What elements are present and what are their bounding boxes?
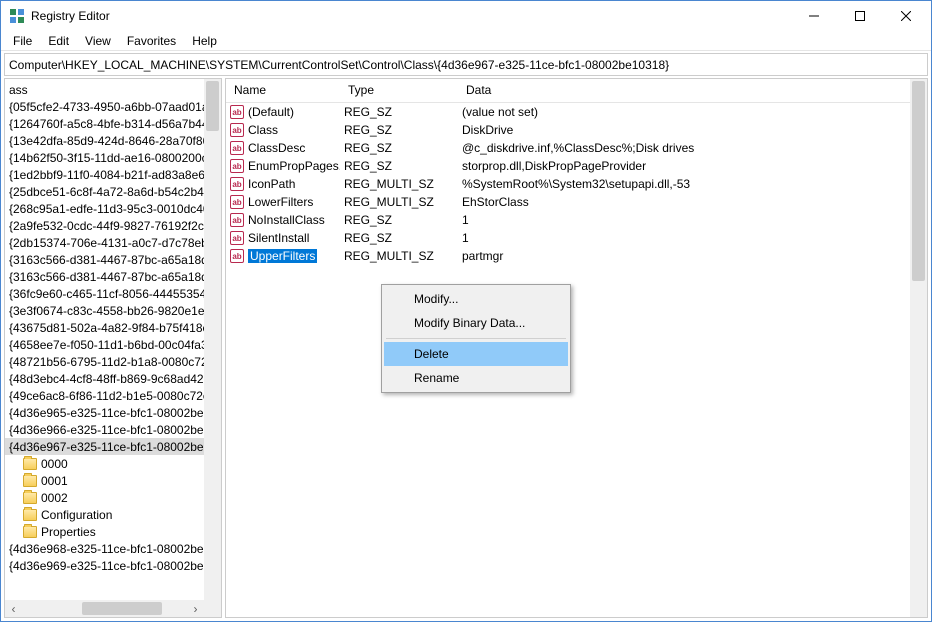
tree-item[interactable]: {13e42dfa-85d9-424d-8646-28a70f86: [5, 132, 221, 149]
scroll-right-icon[interactable]: ›: [187, 600, 204, 617]
ctx-rename[interactable]: Rename: [384, 366, 568, 390]
string-value-icon: ab: [230, 249, 244, 263]
tree-folder[interactable]: Properties: [5, 523, 221, 540]
scroll-corner: [204, 600, 221, 617]
value-row[interactable]: abEnumPropPages...REG_SZstorprop.dll,Dis…: [226, 157, 927, 175]
column-data[interactable]: Data: [458, 79, 927, 102]
tree-item[interactable]: {4d36e967-e325-11ce-bfc1-08002be1: [5, 438, 221, 455]
value-row[interactable]: abNoInstallClassREG_SZ1: [226, 211, 927, 229]
tree-folder[interactable]: Configuration: [5, 506, 221, 523]
tree-item[interactable]: {49ce6ac8-6f86-11d2-b1e5-0080c72e: [5, 387, 221, 404]
string-value-icon: ab: [230, 141, 244, 155]
value-row[interactable]: abIconPathREG_MULTI_SZ%SystemRoot%\Syste…: [226, 175, 927, 193]
folder-icon: [23, 475, 37, 487]
list-scrollbar-vertical[interactable]: [910, 79, 927, 617]
string-value-icon: ab: [230, 123, 244, 137]
tree-item[interactable]: {48d3ebc4-4cf8-48ff-b869-9c68ad42: [5, 370, 221, 387]
values-list[interactable]: Name Type Data ab(Default)REG_SZ(value n…: [225, 78, 928, 618]
value-row[interactable]: ab(Default)REG_SZ(value not set): [226, 103, 927, 121]
folder-icon: [23, 509, 37, 521]
folder-icon: [23, 492, 37, 504]
tree-item[interactable]: {4d36e965-e325-11ce-bfc1-08002be1: [5, 404, 221, 421]
string-value-icon: ab: [230, 213, 244, 227]
tree-item[interactable]: {14b62f50-3f15-11dd-ae16-0800200c: [5, 149, 221, 166]
tree-item[interactable]: {1ed2bbf9-11f0-4084-b21f-ad83a8e6: [5, 166, 221, 183]
tree-item[interactable]: {3163c566-d381-4467-87bc-a65a18d5: [5, 251, 221, 268]
value-row[interactable]: abSilentInstallREG_SZ1: [226, 229, 927, 247]
app-icon: [9, 8, 25, 24]
menu-file[interactable]: File: [5, 32, 40, 50]
menu-edit[interactable]: Edit: [40, 32, 77, 50]
value-row[interactable]: abLowerFiltersREG_MULTI_SZEhStorClass: [226, 193, 927, 211]
window-title: Registry Editor: [31, 9, 791, 23]
tree-item[interactable]: {43675d81-502a-4a82-9f84-b75f418c: [5, 319, 221, 336]
folder-icon: [23, 526, 37, 538]
tree-folder[interactable]: 0002: [5, 489, 221, 506]
tree-item[interactable]: {4d36e969-e325-11ce-bfc1-08002be1: [5, 557, 221, 574]
tree-item[interactable]: {25dbce51-6c8f-4a72-8a6d-b54c2b4f: [5, 183, 221, 200]
menu-view[interactable]: View: [77, 32, 119, 50]
address-text: Computer\HKEY_LOCAL_MACHINE\SYSTEM\Curre…: [9, 58, 669, 72]
registry-tree[interactable]: ass{05f5cfe2-4733-4950-a6bb-07aad01a{126…: [4, 78, 222, 618]
value-row[interactable]: abClassREG_SZDiskDrive: [226, 121, 927, 139]
ctx-separator: [386, 338, 566, 339]
tree-item[interactable]: {2a9fe532-0cdc-44f9-9827-76192f2ca: [5, 217, 221, 234]
tree-item[interactable]: {05f5cfe2-4733-4950-a6bb-07aad01a: [5, 98, 221, 115]
tree-scrollbar-vertical[interactable]: [204, 79, 221, 600]
tree-item[interactable]: ass: [5, 81, 221, 98]
tree-folder[interactable]: 0001: [5, 472, 221, 489]
value-row[interactable]: abClassDescREG_SZ@c_diskdrive.inf,%Class…: [226, 139, 927, 157]
ctx-delete[interactable]: Delete: [384, 342, 568, 366]
tree-item[interactable]: {4658ee7e-f050-11d1-b6bd-00c04fa3: [5, 336, 221, 353]
tree-item[interactable]: {1264760f-a5c8-4bfe-b314-d56a7b44: [5, 115, 221, 132]
menu-favorites[interactable]: Favorites: [119, 32, 184, 50]
menubar: File Edit View Favorites Help: [1, 31, 931, 51]
string-value-icon: ab: [230, 177, 244, 191]
ctx-modify[interactable]: Modify...: [384, 287, 568, 311]
string-value-icon: ab: [230, 195, 244, 209]
column-name[interactable]: Name: [226, 79, 340, 102]
value-row[interactable]: abUpperFiltersREG_MULTI_SZpartmgr: [226, 247, 927, 265]
menu-help[interactable]: Help: [184, 32, 225, 50]
minimize-button[interactable]: [791, 1, 837, 31]
scroll-left-icon[interactable]: ‹: [5, 600, 22, 617]
address-bar[interactable]: Computer\HKEY_LOCAL_MACHINE\SYSTEM\Curre…: [4, 53, 928, 76]
maximize-button[interactable]: [837, 1, 883, 31]
tree-item[interactable]: {36fc9e60-c465-11cf-8056-44455354: [5, 285, 221, 302]
context-menu: Modify... Modify Binary Data... Delete R…: [381, 284, 571, 393]
titlebar: Registry Editor: [1, 1, 931, 31]
tree-scrollbar-horizontal[interactable]: ‹ ›: [5, 600, 204, 617]
string-value-icon: ab: [230, 231, 244, 245]
column-type[interactable]: Type: [340, 79, 458, 102]
content: ass{05f5cfe2-4733-4950-a6bb-07aad01a{126…: [1, 78, 931, 621]
close-button[interactable]: [883, 1, 929, 31]
tree-item[interactable]: {3163c566-d381-4467-87bc-a65a18d5: [5, 268, 221, 285]
string-value-icon: ab: [230, 159, 244, 173]
folder-icon: [23, 458, 37, 470]
tree-item[interactable]: {4d36e966-e325-11ce-bfc1-08002be1: [5, 421, 221, 438]
tree-folder[interactable]: 0000: [5, 455, 221, 472]
ctx-modify-binary[interactable]: Modify Binary Data...: [384, 311, 568, 335]
tree-item[interactable]: {3e3f0674-c83c-4558-bb26-9820e1eb: [5, 302, 221, 319]
tree-item[interactable]: {4d36e968-e325-11ce-bfc1-08002be1: [5, 540, 221, 557]
string-value-icon: ab: [230, 105, 244, 119]
tree-item[interactable]: {268c95a1-edfe-11d3-95c3-0010dc40: [5, 200, 221, 217]
tree-item[interactable]: {48721b56-6795-11d2-b1a8-0080c72e: [5, 353, 221, 370]
tree-item[interactable]: {2db15374-706e-4131-a0c7-d7c78eb0: [5, 234, 221, 251]
list-header: Name Type Data: [226, 79, 927, 103]
